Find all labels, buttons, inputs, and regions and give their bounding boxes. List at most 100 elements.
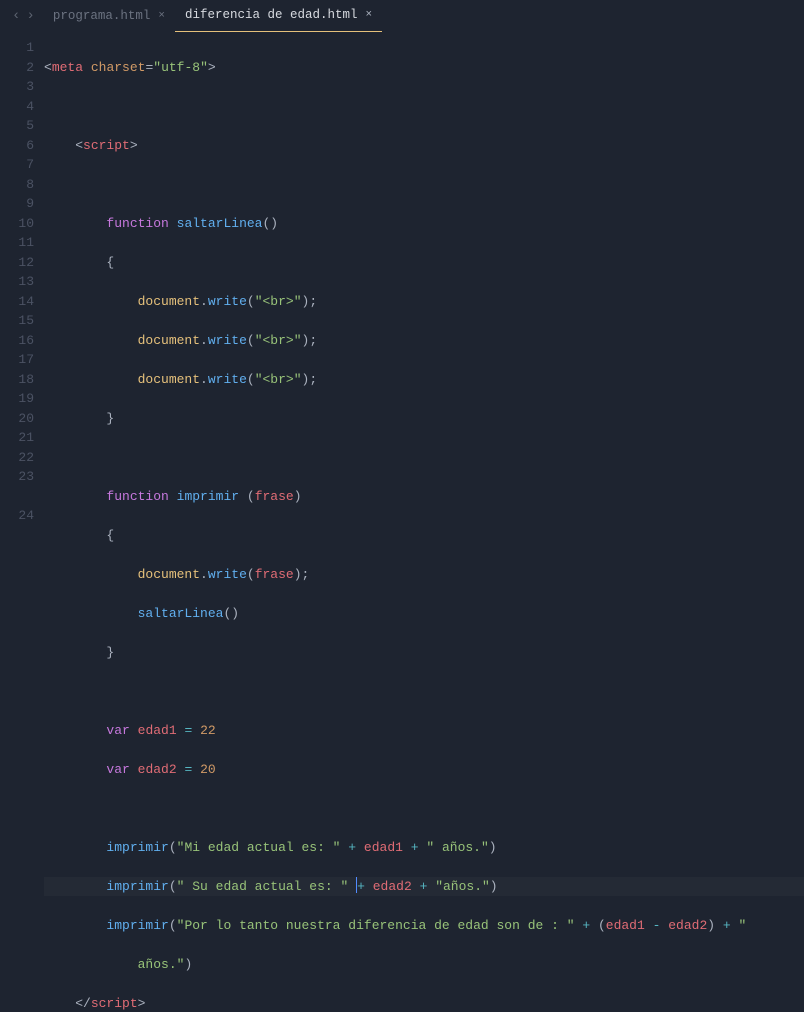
tab-programa[interactable]: programa.html ×: [43, 1, 175, 32]
code-token: [44, 606, 138, 621]
code-token: +: [411, 840, 419, 855]
code-token: .: [200, 294, 208, 309]
line-number: [4, 487, 34, 507]
code-token: [645, 918, 653, 933]
code-token: "<br>": [255, 372, 302, 387]
code-token: (: [169, 840, 177, 855]
code-token: "Por lo tanto nuestra diferencia de edad…: [177, 918, 575, 933]
code-token: [44, 918, 106, 933]
code-token: [130, 723, 138, 738]
code-token: -: [653, 918, 661, 933]
line-number: 9: [4, 194, 34, 214]
code-token: "Mi edad actual es: ": [177, 840, 341, 855]
code-token: (: [169, 879, 177, 894]
close-icon[interactable]: ×: [158, 8, 165, 25]
line-number: 8: [4, 175, 34, 195]
code-token: (): [223, 606, 239, 621]
code-token: [177, 762, 185, 777]
code-token: "años.": [435, 879, 490, 894]
code-token: }: [106, 411, 114, 426]
code-token: ): [707, 918, 715, 933]
code-token: ;: [309, 372, 317, 387]
code-token: [44, 957, 138, 972]
code-token: >: [130, 138, 138, 153]
code-token: </: [75, 996, 91, 1011]
code-token: (: [247, 489, 255, 504]
code-token: ;: [309, 333, 317, 348]
line-number: 24: [4, 506, 34, 526]
code-token: [44, 372, 138, 387]
code-token: ): [489, 840, 497, 855]
code-area[interactable]: <meta charset="utf-8"> <script> function…: [44, 32, 804, 506]
code-token: (: [247, 294, 255, 309]
line-number: 2: [4, 58, 34, 78]
code-token: var: [106, 762, 129, 777]
code-token: ): [184, 957, 192, 972]
line-number: 11: [4, 233, 34, 253]
code-token: "utf-8": [153, 60, 208, 75]
code-token: write: [208, 294, 247, 309]
line-number: 1: [4, 38, 34, 58]
code-token: " años.": [426, 840, 488, 855]
code-token: (: [247, 333, 255, 348]
code-token: ): [490, 879, 498, 894]
code-token: script: [83, 138, 130, 153]
code-token: charset: [91, 60, 146, 75]
code-token: [44, 840, 106, 855]
line-number: 4: [4, 97, 34, 117]
code-token: [731, 918, 739, 933]
code-token: [44, 567, 138, 582]
line-number: 10: [4, 214, 34, 234]
code-token: ): [294, 489, 302, 504]
code-token: (: [247, 567, 255, 582]
code-token: [44, 879, 106, 894]
code-token: [660, 918, 668, 933]
code-token: [44, 645, 106, 660]
code-token: write: [208, 567, 247, 582]
code-token: +: [582, 918, 590, 933]
line-number: 17: [4, 350, 34, 370]
nav-back-icon[interactable]: ‹: [12, 6, 20, 27]
line-number: 5: [4, 116, 34, 136]
code-token: document: [138, 333, 200, 348]
code-token: ": [739, 918, 747, 933]
editor: 1 2 3 4 5 6 7 8 9 10 11 12 13 14 15 16 1…: [0, 32, 804, 506]
line-number: 15: [4, 311, 34, 331]
code-token: imprimir: [177, 489, 239, 504]
code-token: imprimir: [106, 879, 168, 894]
code-token: .: [200, 567, 208, 582]
close-icon[interactable]: ×: [365, 7, 372, 24]
top-bar: ‹ › programa.html × diferencia de edad.h…: [0, 0, 804, 32]
code-token: {: [106, 528, 114, 543]
code-token: edad2: [138, 762, 177, 777]
code-token: [44, 333, 138, 348]
tab-diferencia[interactable]: diferencia de edad.html ×: [175, 0, 382, 32]
code-token: <: [75, 138, 83, 153]
tab-label: programa.html: [53, 7, 151, 26]
code-token: document: [138, 294, 200, 309]
code-token: [44, 138, 75, 153]
line-number: 14: [4, 292, 34, 312]
code-token: [192, 723, 200, 738]
code-token: años.": [138, 957, 185, 972]
code-token: >: [208, 60, 216, 75]
nav-forward-icon[interactable]: ›: [26, 6, 34, 27]
code-token: +: [348, 840, 356, 855]
code-token: [412, 879, 420, 894]
code-token: [419, 840, 427, 855]
code-token: +: [723, 918, 731, 933]
code-token: edad2: [373, 879, 412, 894]
code-token: [356, 840, 364, 855]
code-token: .: [200, 372, 208, 387]
code-token: [427, 879, 435, 894]
code-token: frase: [255, 567, 294, 582]
code-token: [403, 840, 411, 855]
code-token: [340, 840, 348, 855]
code-token: +: [420, 879, 428, 894]
code-token: " Su edad actual es: ": [177, 879, 349, 894]
code-token: saltarLinea: [177, 216, 263, 231]
code-token: [44, 411, 106, 426]
code-token: [365, 879, 373, 894]
code-token: document: [138, 567, 200, 582]
line-number: 13: [4, 272, 34, 292]
